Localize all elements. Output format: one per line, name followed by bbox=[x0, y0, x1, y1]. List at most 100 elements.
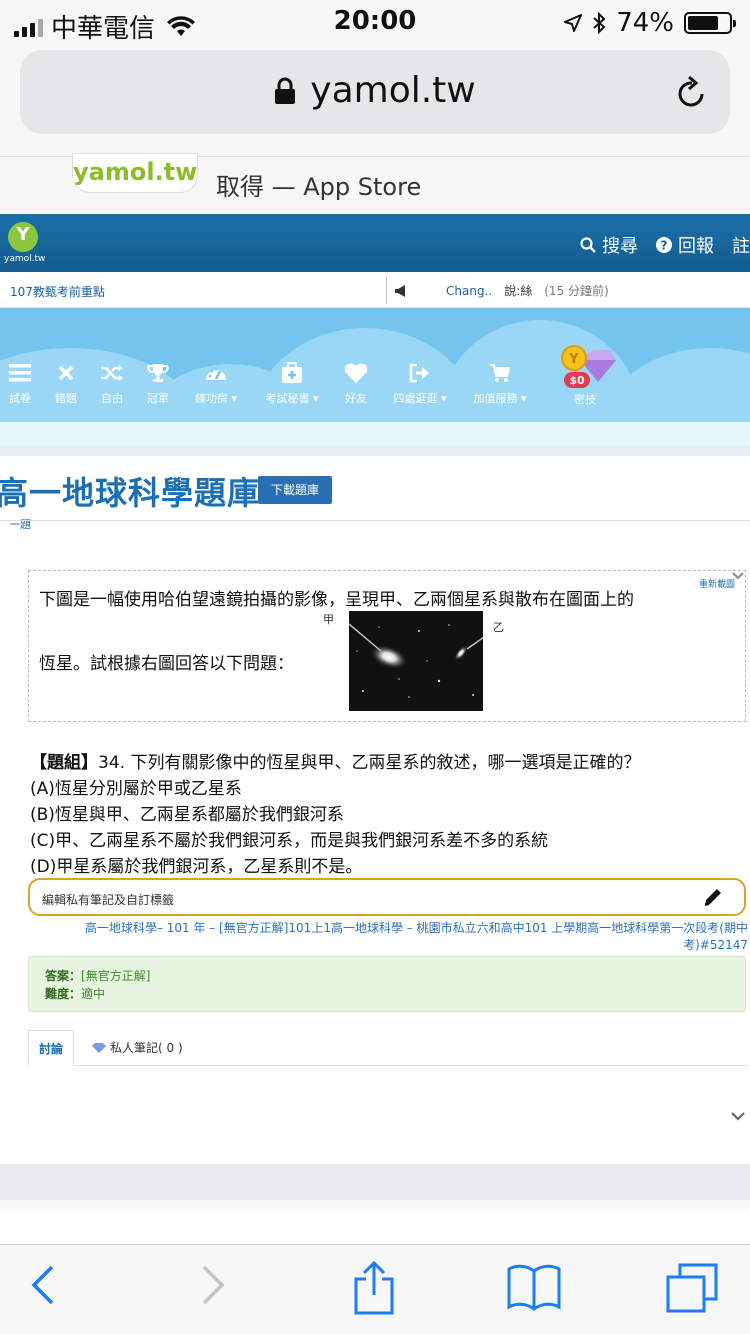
special-badge-text: $0 bbox=[569, 374, 585, 387]
nav-item-premium[interactable]: 加值服務 ▾ bbox=[470, 358, 530, 406]
option-a: (A)恆星分別屬於甲或乙星系 bbox=[30, 779, 242, 799]
megaphone-icon bbox=[395, 284, 405, 297]
address-bar[interactable]: yamol.tw bbox=[20, 50, 730, 134]
question: 【題組】34. 下列有關影像中的恆星與甲、乙兩星系的敘述，哪一選項是正確的？ (… bbox=[30, 750, 640, 880]
exit-icon bbox=[409, 363, 429, 383]
report-link[interactable]: ? 回報 bbox=[656, 232, 714, 258]
answer-box: 答案：[無官方正解] 難度：適中 bbox=[28, 956, 746, 1012]
diamond-coin-icon: Y $0 bbox=[561, 345, 616, 388]
tab-discussion[interactable]: 討論 bbox=[28, 1030, 75, 1066]
nav-item-label: 練功房 ▾ bbox=[194, 392, 238, 405]
app-banner-text: 取得 — App Store bbox=[216, 173, 422, 201]
site-logo[interactable]: yamol.tw bbox=[4, 222, 46, 270]
tab-private-notes[interactable]: 私人筆記( 0 ) bbox=[82, 1030, 193, 1066]
context-text-line-1: 下圖是一幅使用哈伯望遠鏡拍攝的影像，呈現甲、乙兩個星系與散布在圖面上的 bbox=[39, 590, 634, 610]
page-footer bbox=[0, 1164, 750, 1200]
nav-item-label: 加值服務 ▾ bbox=[473, 392, 527, 405]
galaxy-photo bbox=[349, 611, 483, 711]
option-c: (C)甲、乙兩星系不屬於我們銀河系，而是與我們銀河系差不多的系統 bbox=[30, 831, 549, 851]
page-footer-edge bbox=[0, 1200, 750, 1210]
question-stem: 【題組】34. 下列有關影像中的恆星與甲、乙兩星系的敘述，哪一選項是正確的？ bbox=[30, 750, 640, 776]
shuffle-icon bbox=[101, 365, 123, 381]
search-icon bbox=[580, 237, 596, 253]
nav-item-label: 四處逛逛 ▾ bbox=[393, 392, 447, 405]
ticker-time: (15 分鐘前) bbox=[544, 284, 609, 298]
galaxy-label-b: 乙 bbox=[493, 621, 504, 634]
nav-item-label: 考試秘書 ▾ bbox=[265, 392, 319, 405]
menu-icon bbox=[9, 364, 31, 382]
chevron-down-icon[interactable] bbox=[730, 1110, 746, 1122]
site-header: yamol.tw 搜尋 ? 回報 註 bbox=[0, 214, 750, 272]
option-d: (D)甲星系屬於我們銀河系，乙星系則不是。 bbox=[30, 857, 363, 877]
answer-label: 答案： bbox=[45, 969, 82, 983]
tab-private-notes-label: 私人筆記( 0 ) bbox=[110, 1041, 183, 1055]
answer-value: [無官方正解] bbox=[81, 969, 151, 983]
nav-item-friends[interactable]: 好友 bbox=[326, 358, 386, 406]
section-divider bbox=[0, 446, 750, 456]
context-text-line-2: 恆星。試根據右圖回答以下問題： bbox=[39, 654, 294, 674]
nav-item-browse[interactable]: 四處逛逛 ▾ bbox=[390, 358, 450, 406]
status-bar: 中華電信 20:00 74% bbox=[0, 0, 750, 44]
battery-percent: 74% bbox=[616, 8, 674, 38]
logo-mark-icon bbox=[8, 222, 38, 252]
news-ticker: 107教甄考前重點 Chang.. 說:絲 (15 分鐘前) bbox=[0, 272, 750, 308]
diamond-icon bbox=[92, 1043, 106, 1053]
location-arrow-icon bbox=[564, 14, 583, 32]
main-nav: 試卷 錯題 自由 冠軍 練功房 ▾ 考試秘書 ▾ 好友 四處逛逛 ▾ 加值服務 … bbox=[0, 308, 750, 446]
cart-icon bbox=[490, 364, 510, 382]
ticker-headline[interactable]: 107教甄考前重點 bbox=[10, 283, 105, 300]
heart-icon bbox=[344, 363, 368, 383]
title-divider bbox=[0, 520, 750, 521]
app-logo: yamol.tw bbox=[72, 153, 198, 193]
svg-text:Y: Y bbox=[568, 352, 579, 367]
register-link[interactable]: 註 bbox=[732, 232, 750, 258]
nav-item-label: 冠軍 bbox=[147, 392, 169, 405]
bluetooth-icon bbox=[593, 12, 606, 34]
bookmarks-icon[interactable] bbox=[506, 1263, 562, 1311]
ticker-user[interactable]: Chang.. bbox=[446, 284, 492, 298]
private-note-button[interactable]: 編輯私有筆記及自訂標籤 bbox=[28, 878, 746, 916]
nav-item-practice[interactable]: 練功房 ▾ bbox=[186, 358, 246, 406]
galaxy-label-a: 甲 bbox=[323, 613, 334, 626]
app-store-banner[interactable]: yamol.tw 取得 — App Store bbox=[0, 153, 750, 214]
pencil-icon bbox=[704, 889, 721, 906]
reload-icon[interactable] bbox=[676, 74, 708, 110]
back-icon[interactable] bbox=[30, 1263, 56, 1307]
forward-icon[interactable] bbox=[200, 1263, 226, 1307]
svg-text:?: ? bbox=[661, 239, 668, 253]
prev-question-link[interactable]: 上一題 bbox=[10, 516, 31, 532]
option-b: (B)恆星與甲、乙兩星系都屬於我們銀河系 bbox=[30, 805, 344, 825]
ticker-message: 說:絲 bbox=[504, 284, 533, 298]
ticker-divider bbox=[386, 276, 387, 304]
private-note-label: 編輯私有筆記及自訂標籤 bbox=[42, 893, 175, 907]
question-circle-icon: ? bbox=[656, 237, 672, 253]
register-link-label: 註 bbox=[732, 236, 750, 257]
source-exam-link[interactable]: 高一地球科學– 101 年 – [無官方正解]101上1高一地球科學 – 桃園市… bbox=[54, 920, 748, 954]
page-title: 高一地球科學題庫 bbox=[0, 474, 261, 512]
lock-icon bbox=[275, 77, 296, 104]
search-link-label: 搜尋 bbox=[602, 236, 638, 257]
tabs-icon[interactable] bbox=[666, 1263, 718, 1313]
question-context-box: 下圖是一幅使用哈伯望遠鏡拍攝的影像，呈現甲、乙兩個星系與散布在圖面上的 重新載圖… bbox=[28, 570, 746, 722]
nav-item-tricks[interactable]: Y $0 密技 bbox=[552, 344, 618, 407]
close-icon bbox=[58, 365, 74, 381]
nav-item-secretary[interactable]: 考試秘書 ▾ bbox=[262, 358, 322, 406]
share-icon[interactable] bbox=[352, 1261, 396, 1315]
briefcase-icon bbox=[282, 362, 302, 383]
main-content: 高一地球科學題庫 下載題庫 上一題 下圖是一幅使用哈伯望遠鏡拍攝的影像，呈現甲、… bbox=[0, 446, 750, 1166]
battery-icon bbox=[684, 12, 736, 34]
difficulty-label: 難度： bbox=[45, 987, 82, 1001]
trophy-icon bbox=[147, 364, 169, 382]
reload-image-link[interactable]: 重新載圖 bbox=[699, 577, 735, 590]
site-logo-text: yamol.tw bbox=[4, 254, 46, 264]
chevron-down-icon[interactable] bbox=[731, 571, 745, 581]
cloud-base bbox=[0, 422, 750, 446]
safari-address-area: yamol.tw bbox=[0, 44, 750, 156]
difficulty-value: 適中 bbox=[81, 987, 106, 1001]
download-bank-button[interactable]: 下載題庫 bbox=[258, 476, 332, 504]
safari-toolbar bbox=[0, 1244, 750, 1334]
search-link[interactable]: 搜尋 bbox=[580, 232, 638, 258]
nav-item-champion[interactable]: 冠軍 bbox=[128, 358, 188, 406]
dashboard-icon bbox=[206, 367, 226, 380]
report-link-label: 回報 bbox=[678, 236, 714, 257]
